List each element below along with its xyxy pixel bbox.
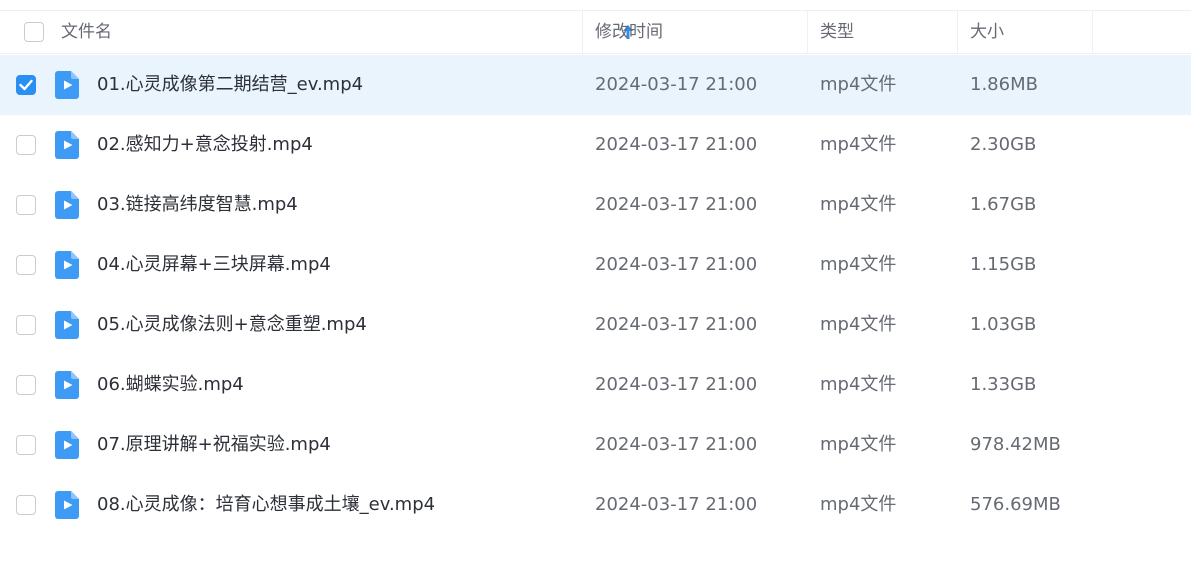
row-checkbox[interactable] — [16, 135, 36, 155]
column-header-size[interactable]: 大小 — [970, 11, 1092, 53]
video-file-icon — [55, 431, 79, 459]
file-name[interactable]: 05.心灵成像法则+意念重塑.mp4 — [97, 295, 367, 355]
file-modified-time: 2024-03-17 21:00 — [595, 134, 758, 155]
file-name[interactable]: 03.链接高纬度智慧.mp4 — [97, 175, 298, 235]
file-type: mp4文件 — [820, 254, 897, 275]
file-name[interactable]: 01.心灵成像第二期结营_ev.mp4 — [97, 55, 363, 115]
row-checkbox[interactable] — [16, 495, 36, 515]
column-header-size-label: 大小 — [970, 22, 1004, 42]
file-size: 1.15GB — [970, 254, 1037, 275]
checkmark-icon — [19, 79, 33, 91]
file-name[interactable]: 08.心灵成像：培育心想事成土壤_ev.mp4 — [97, 475, 435, 535]
file-size: 978.42MB — [970, 434, 1061, 455]
video-file-icon — [55, 71, 79, 99]
file-name[interactable]: 06.蝴蝶实验.mp4 — [97, 355, 244, 415]
file-name[interactable]: 02.感知力+意念投射.mp4 — [97, 115, 313, 175]
file-modified-time: 2024-03-17 21:00 — [595, 374, 758, 395]
column-divider[interactable] — [1092, 11, 1093, 53]
file-type: mp4文件 — [820, 434, 897, 455]
column-divider[interactable] — [582, 11, 583, 53]
file-modified-time: 2024-03-17 21:00 — [595, 494, 758, 515]
file-modified-time: 2024-03-17 21:00 — [595, 254, 758, 275]
column-header-modified[interactable]: 修改时间 — [595, 11, 807, 53]
file-size: 576.69MB — [970, 494, 1061, 515]
row-checkbox[interactable] — [16, 435, 36, 455]
column-header-type[interactable]: 类型 — [820, 11, 957, 53]
column-divider[interactable] — [807, 11, 808, 53]
row-checkbox[interactable] — [16, 195, 36, 215]
file-type: mp4文件 — [820, 134, 897, 155]
file-type: mp4文件 — [820, 314, 897, 335]
row-checkbox[interactable] — [16, 315, 36, 335]
file-size: 1.86MB — [970, 74, 1038, 95]
file-name[interactable]: 07.原理讲解+祝福实验.mp4 — [97, 415, 331, 475]
file-size: 1.33GB — [970, 374, 1037, 395]
file-row-5[interactable]: 05.心灵成像法则+意念重塑.mp4 2024-03-17 21:00 mp4文… — [0, 295, 1191, 355]
column-header-type-label: 类型 — [820, 22, 854, 42]
file-modified-time: 2024-03-17 21:00 — [595, 434, 758, 455]
video-file-icon — [55, 371, 79, 399]
file-row-8[interactable]: 08.心灵成像：培育心想事成土壤_ev.mp4 2024-03-17 21:00… — [0, 475, 1191, 535]
column-divider[interactable] — [957, 11, 958, 53]
video-file-icon — [55, 131, 79, 159]
file-row-7[interactable]: 07.原理讲解+祝福实验.mp4 2024-03-17 21:00 mp4文件 … — [0, 415, 1191, 475]
video-file-icon — [55, 491, 79, 519]
file-table: 文件名 修改时间 类型 大小 01.心灵成像第二期结营_ev.mp4 2024-… — [0, 0, 1191, 571]
row-checkbox[interactable] — [16, 255, 36, 275]
select-all-checkbox[interactable] — [24, 22, 44, 42]
file-size: 2.30GB — [970, 134, 1037, 155]
file-modified-time: 2024-03-17 21:00 — [595, 314, 758, 335]
file-row-2[interactable]: 02.感知力+意念投射.mp4 2024-03-17 21:00 mp4文件 2… — [0, 115, 1191, 175]
column-header-name[interactable]: 文件名 — [61, 11, 633, 53]
file-size: 1.67GB — [970, 194, 1037, 215]
file-row-6[interactable]: 06.蝴蝶实验.mp4 2024-03-17 21:00 mp4文件 1.33G… — [0, 355, 1191, 415]
video-file-icon — [55, 311, 79, 339]
file-type: mp4文件 — [820, 494, 897, 515]
file-row-3[interactable]: 03.链接高纬度智慧.mp4 2024-03-17 21:00 mp4文件 1.… — [0, 175, 1191, 235]
file-modified-time: 2024-03-17 21:00 — [595, 74, 758, 95]
file-type: mp4文件 — [820, 194, 897, 215]
file-type: mp4文件 — [820, 374, 897, 395]
file-row-4[interactable]: 04.心灵屏幕+三块屏幕.mp4 2024-03-17 21:00 mp4文件 … — [0, 235, 1191, 295]
video-file-icon — [55, 251, 79, 279]
table-header: 文件名 修改时间 类型 大小 — [0, 10, 1191, 54]
row-checkbox[interactable] — [16, 375, 36, 395]
row-checkbox[interactable] — [16, 75, 36, 95]
file-type: mp4文件 — [820, 74, 897, 95]
video-file-icon — [55, 191, 79, 219]
file-name[interactable]: 04.心灵屏幕+三块屏幕.mp4 — [97, 235, 331, 295]
file-modified-time: 2024-03-17 21:00 — [595, 194, 758, 215]
file-row-1[interactable]: 01.心灵成像第二期结营_ev.mp4 2024-03-17 21:00 mp4… — [0, 55, 1191, 115]
file-size: 1.03GB — [970, 314, 1037, 335]
column-header-name-label: 文件名 — [61, 22, 112, 42]
column-header-modified-label: 修改时间 — [595, 22, 663, 42]
